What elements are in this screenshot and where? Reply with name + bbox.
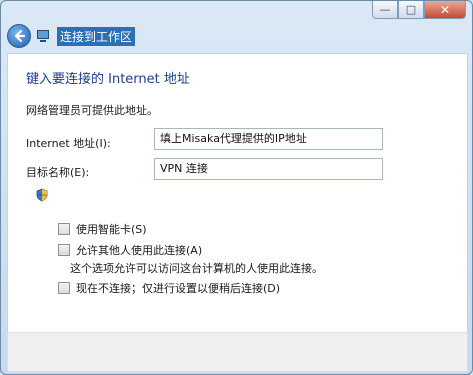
use-smart-card-label: 使用智能卡(S)	[76, 223, 147, 236]
window-title: 连接到工作区	[57, 26, 136, 46]
title-nav-row: 连接到工作区	[7, 23, 136, 49]
close-button[interactable]: ✕	[424, 1, 466, 19]
dont-connect-now-label: 现在不连接；仅进行设置以便稍后连接(D)	[76, 282, 281, 295]
uac-shield-icon	[36, 188, 48, 202]
minimize-button[interactable]: —	[372, 1, 398, 19]
allow-others-label: 允许其他人使用此连接(A)	[76, 244, 203, 257]
dont-connect-now-checkbox[interactable]	[58, 282, 70, 294]
dialog-window: — □ ✕ 连接到工作区 键入要连接的 Internet 地址 网络管理员可提供…	[0, 0, 473, 375]
button-footer	[7, 332, 468, 372]
destination-name-input[interactable]: VPN 连接	[154, 158, 383, 180]
close-icon: ✕	[439, 2, 451, 17]
network-connection-icon	[37, 28, 53, 44]
wizard-content: 键入要连接的 Internet 地址 网络管理员可提供此地址。 Internet…	[7, 53, 468, 333]
internet-address-label: Internet 地址(I):	[26, 137, 111, 150]
back-button[interactable]	[7, 24, 31, 48]
allow-others-option[interactable]: 允许其他人使用此连接(A)	[58, 242, 202, 258]
page-description: 网络管理员可提供此地址。	[26, 104, 158, 117]
internet-address-input[interactable]: 填上Misaka代理提供的IP地址	[154, 128, 383, 150]
allow-others-note: 这个选项允许可以访问这台计算机的人使用此连接。	[70, 262, 323, 275]
use-smart-card-option[interactable]: 使用智能卡(S)	[58, 221, 147, 237]
caption-buttons: — □ ✕	[372, 1, 466, 21]
dont-connect-now-option[interactable]: 现在不连接；仅进行设置以便稍后连接(D)	[58, 280, 280, 296]
destination-name-label: 目标名称(E):	[26, 166, 90, 179]
page-heading: 键入要连接的 Internet 地址	[26, 72, 190, 87]
use-smart-card-checkbox[interactable]	[58, 223, 70, 235]
maximize-button[interactable]: □	[398, 1, 424, 19]
back-arrow-icon	[14, 29, 26, 43]
allow-others-checkbox[interactable]	[58, 244, 70, 256]
